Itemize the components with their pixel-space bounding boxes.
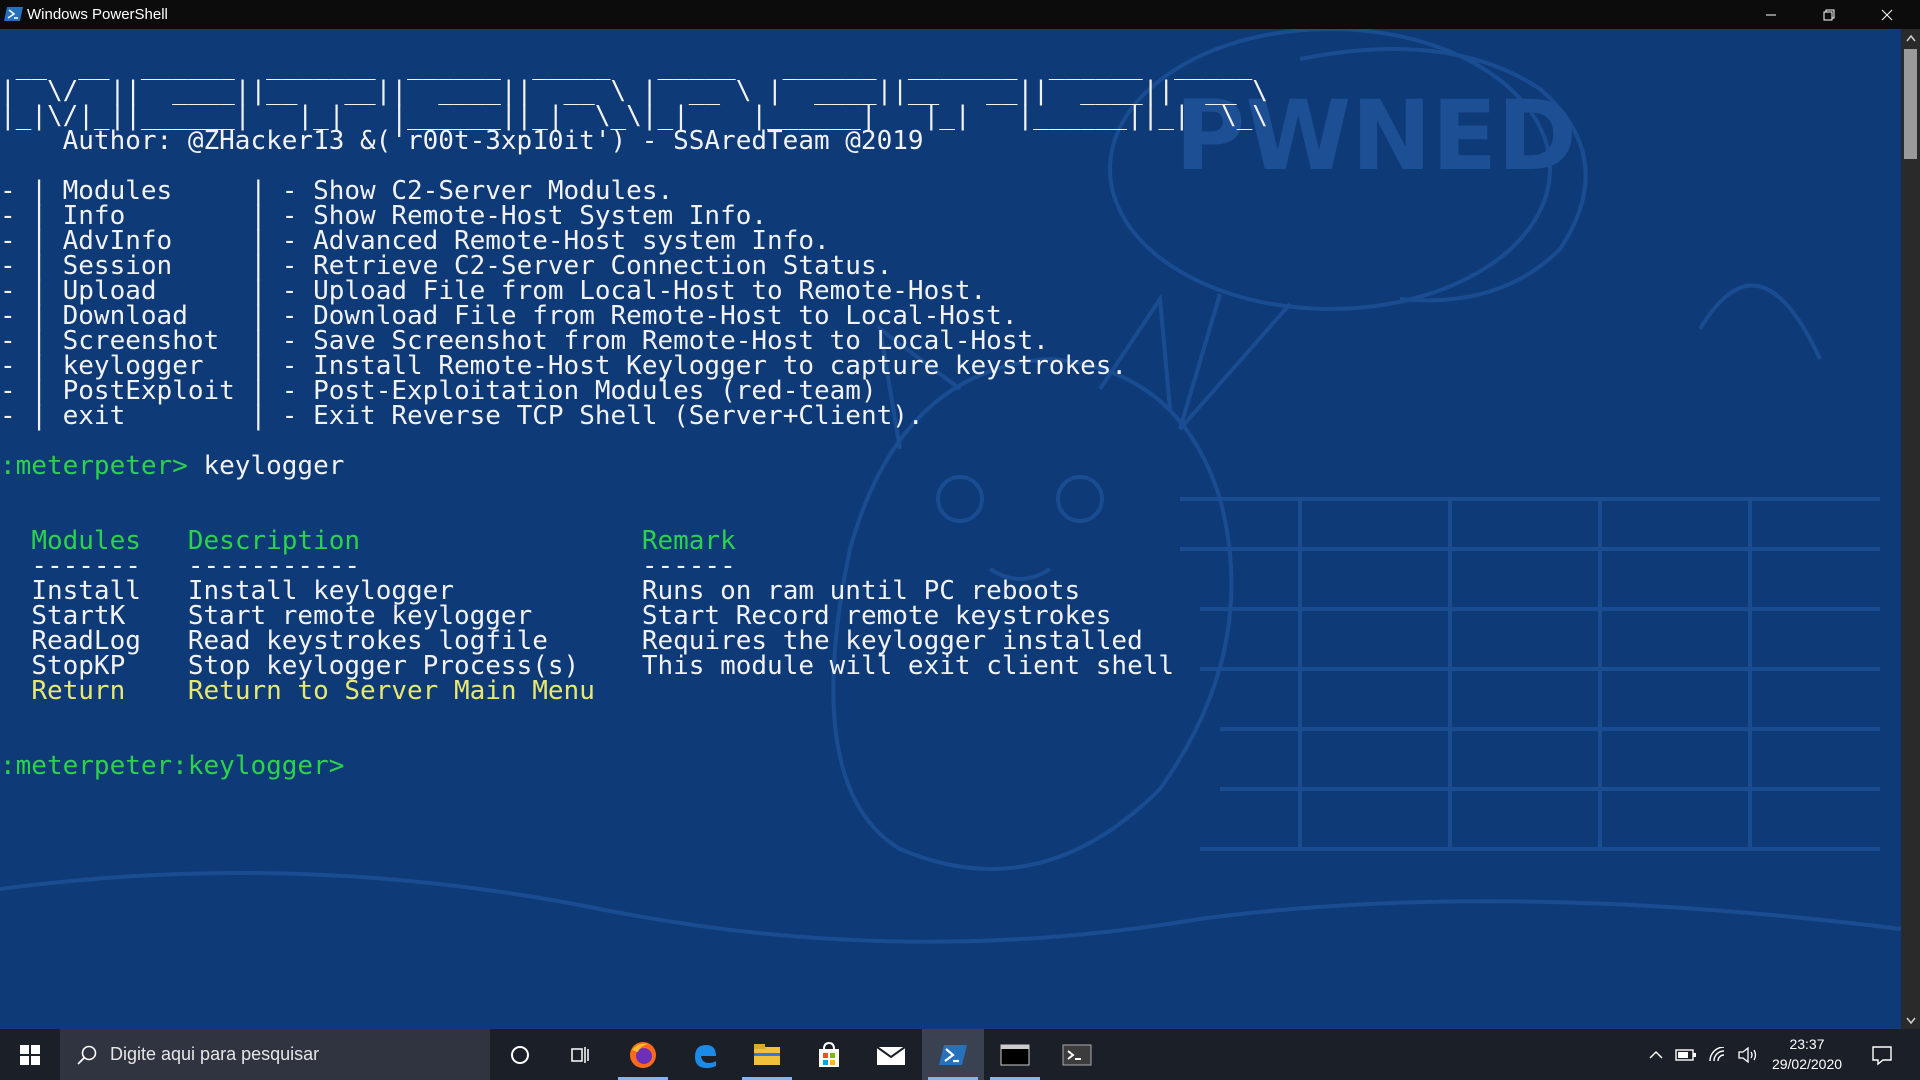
menu-row: - | exit | - Exit Reverse TCP Shell (Ser…	[0, 401, 1268, 431]
powershell-app-icon	[4, 7, 23, 21]
menu-item-description: Exit Reverse TCP Shell (Server+Client).	[313, 401, 924, 431]
cortana-button[interactable]	[490, 1029, 550, 1080]
scroll-down-button[interactable]	[1901, 1012, 1920, 1029]
terminal-output: __ __ ______ _______ ______ _____ _____ …	[0, 29, 1268, 779]
banner-line: Author: @ZHacker13 &('r00t-3xp10it') - S…	[0, 126, 1268, 156]
battery-button[interactable]	[1672, 1029, 1700, 1080]
entered-command: keylogger	[203, 451, 345, 481]
scroll-thumb[interactable]	[1904, 49, 1917, 159]
console-scrollbar[interactable]	[1901, 29, 1920, 1029]
chevron-up-icon	[1649, 1050, 1663, 1059]
row-remark: This module will exit client shell	[641, 651, 1175, 681]
volume-button[interactable]	[1734, 1029, 1762, 1080]
windows-logo-icon	[20, 1044, 40, 1065]
taskbar-search-box[interactable]: Digite aqui para pesquisar	[60, 1029, 490, 1080]
taskbar-clock[interactable]: 23:37 29/02/2020	[1762, 1034, 1852, 1074]
file-explorer-icon	[754, 1043, 780, 1065]
taskbar-store[interactable]	[798, 1029, 860, 1080]
network-button[interactable]	[1704, 1029, 1732, 1080]
store-icon	[819, 1041, 839, 1067]
speaker-icon	[1738, 1046, 1757, 1063]
menu-separator: | -	[125, 401, 314, 431]
notifications-button[interactable]	[1862, 1029, 1902, 1080]
taskbar-terminal[interactable]	[1046, 1029, 1108, 1080]
minimize-button[interactable]	[1742, 0, 1800, 29]
show-hidden-icons-button[interactable]	[1644, 1029, 1668, 1080]
taskbar-edge[interactable]	[674, 1029, 736, 1080]
start-button[interactable]	[0, 1029, 60, 1080]
firefox-icon	[630, 1041, 656, 1068]
row-description: Return to Server Main Menu	[187, 676, 595, 706]
mail-icon	[876, 1045, 906, 1065]
chevron-up-icon	[1905, 34, 1916, 41]
table-row-return: Return Return to Server Main Menu	[0, 676, 1268, 706]
taskbar-powershell[interactable]	[922, 1029, 984, 1080]
clock-date: 29/02/2020	[1771, 1056, 1843, 1072]
scroll-up-button[interactable]	[1901, 29, 1920, 46]
meterpeter-prompt: :meterpeter>	[0, 451, 204, 481]
console-area[interactable]: PWNED __ __ ______ _______ ______ _____ …	[0, 29, 1901, 1029]
cmd-icon	[1000, 1044, 1030, 1065]
powershell-icon	[939, 1044, 967, 1065]
window-title: Windows PowerShell	[27, 6, 168, 23]
restore-button[interactable]	[1800, 0, 1858, 29]
prompt-line: :meterpeter> keylogger	[0, 451, 1268, 481]
row-module: Return	[31, 676, 126, 706]
close-icon	[1881, 9, 1893, 20]
cortana-icon	[511, 1045, 529, 1064]
menu-item-name: exit	[62, 401, 126, 431]
taskbar-cmd[interactable]	[984, 1029, 1046, 1080]
banner-text: Author: @ZHacker13 &('r00t-3xp10it') - S…	[0, 126, 924, 156]
task-view-icon	[571, 1046, 589, 1063]
task-view-button[interactable]	[550, 1029, 610, 1080]
taskbar-firefox[interactable]	[612, 1029, 674, 1080]
menu-separator: - |	[0, 401, 63, 431]
battery-icon	[1675, 1048, 1696, 1061]
taskbar-mail[interactable]	[860, 1029, 922, 1080]
taskbar: Digite aqui para pesquisar 23:37 29/02/2…	[0, 1029, 1920, 1080]
edge-icon	[695, 1044, 716, 1068]
chevron-down-icon	[1905, 1017, 1916, 1024]
wifi-icon	[1709, 1046, 1725, 1061]
window-titlebar: Windows PowerShell	[0, 0, 1920, 29]
clock-time: 23:37	[1789, 1036, 1825, 1052]
taskbar-file-explorer[interactable]	[736, 1029, 798, 1080]
close-button[interactable]	[1858, 0, 1916, 29]
meterpeter-keylogger-prompt: :meterpeter:keylogger>	[0, 751, 361, 781]
minimize-icon	[1766, 14, 1776, 15]
notification-icon	[1872, 1045, 1892, 1065]
restore-icon	[1823, 9, 1835, 20]
search-icon	[77, 1045, 97, 1065]
prompt-line: :meterpeter:keylogger>	[0, 751, 1268, 781]
search-placeholder: Digite aqui para pesquisar	[110, 1044, 320, 1064]
terminal-icon	[1062, 1044, 1092, 1065]
